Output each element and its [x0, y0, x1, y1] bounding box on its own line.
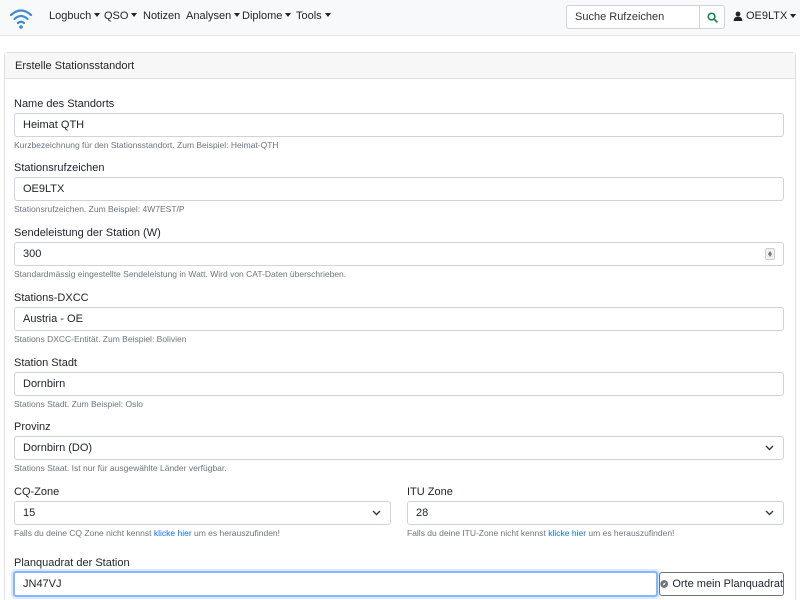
nav-notizen[interactable]: Notizen — [143, 10, 180, 22]
nav-tools-label: Tools — [296, 10, 322, 22]
location-name-help: Kurzbezeichnung für den Stationsstandort… — [14, 140, 279, 150]
gridsquare-input[interactable]: JN47VJ — [13, 571, 658, 597]
itu-zone-label: ITU Zone — [407, 486, 453, 498]
dxcc-label: Stations-DXCC — [14, 292, 89, 304]
locate-gridsquare-label: Orte mein Planquadrat — [672, 578, 783, 590]
location-name-input[interactable]: Heimat QTH — [14, 113, 784, 137]
itu-zone-select[interactable]: 28 — [407, 501, 784, 525]
nav-diplome[interactable]: Diplome — [242, 10, 292, 22]
caret-down-icon — [790, 14, 797, 18]
itu-zone-help-link[interactable]: klicke hier — [548, 528, 586, 538]
nav-qso[interactable]: QSO — [104, 10, 138, 22]
city-help: Stations Stadt. Zum Beispiel: Oslo — [14, 399, 143, 409]
city-input[interactable]: Dornbirn — [14, 372, 784, 396]
user-name: OE9LTX — [746, 10, 788, 22]
nav-analysen[interactable]: Analysen — [186, 10, 241, 22]
chevron-down-icon — [765, 510, 774, 516]
wifi-logo-icon[interactable] — [8, 5, 34, 31]
location-name-value: Heimat QTH — [23, 119, 85, 131]
cq-zone-help-link[interactable]: klicke hier — [154, 528, 192, 538]
city-label: Station Stadt — [14, 357, 77, 369]
callsign-help: Stationsrufzeichen. Zum Beispiel: 4W7EST… — [14, 204, 185, 214]
location-name-label: Name des Standorts — [14, 98, 115, 110]
province-value: Dornbirn (DO) — [23, 442, 93, 454]
caret-down-icon — [324, 13, 331, 17]
nav-logbuch[interactable]: Logbuch — [49, 10, 101, 22]
search-button[interactable] — [699, 5, 725, 29]
dxcc-help: Stations DXCC-Entität. Zum Beispiel: Bol… — [14, 334, 187, 344]
itu-zone-value: 28 — [416, 507, 429, 519]
nav-diplome-label: Diplome — [242, 10, 283, 22]
city-value: Dornbirn — [23, 378, 66, 390]
number-spinner[interactable] — [765, 248, 775, 260]
nav-qso-label: QSO — [104, 10, 129, 22]
spinner-down-icon — [768, 254, 772, 257]
locate-gridsquare-button[interactable]: Orte mein Planquadrat — [659, 572, 784, 596]
callsign-label: Stationsrufzeichen — [14, 162, 105, 174]
power-value: 300 — [23, 248, 42, 260]
compass-icon — [660, 580, 668, 588]
card-header: Erstelle Stationsstandort — [5, 53, 795, 79]
nav-analysen-label: Analysen — [186, 10, 232, 22]
user-menu[interactable]: OE9LTX — [733, 10, 797, 22]
callsign-input[interactable]: OE9LTX — [14, 177, 784, 201]
itu-zone-help-text: Falls du deine ITU-Zone nicht kennst — [407, 528, 549, 538]
chevron-down-icon — [372, 510, 381, 516]
cq-zone-value: 15 — [23, 507, 36, 519]
province-help: Stations Staat. Ist nur für ausgewählte … — [14, 463, 227, 473]
dxcc-value: Austria - OE — [23, 313, 83, 325]
gridsquare-value: JN47VJ — [23, 578, 62, 590]
power-label: Sendeleistung der Station (W) — [14, 227, 161, 239]
cq-zone-select[interactable]: 15 — [14, 501, 391, 525]
callsign-search-input[interactable] — [566, 5, 700, 29]
power-input[interactable]: 300 — [14, 242, 784, 266]
dxcc-input[interactable]: Austria - OE — [14, 307, 784, 331]
chevron-down-icon — [765, 445, 774, 451]
search-icon — [706, 11, 718, 23]
cq-zone-label: CQ-Zone — [14, 486, 60, 498]
caret-down-icon — [285, 13, 292, 17]
cq-zone-help-text-end: um es herauszufinden! — [191, 528, 281, 538]
power-help: Standardmässig eingestellte Sendeleistun… — [14, 269, 347, 279]
province-select[interactable]: Dornbirn (DO) — [14, 436, 784, 460]
caret-down-icon — [131, 13, 138, 17]
cq-zone-help-text: Falls du deine CQ Zone nicht kennst — [14, 528, 154, 538]
navbar: Logbuch QSO Notizen Analysen Diplome Too… — [0, 0, 800, 36]
gridsquare-label: Planquadrat der Station — [14, 557, 130, 569]
callsign-value: OE9LTX — [23, 183, 65, 195]
user-icon — [733, 11, 743, 21]
caret-down-icon — [234, 13, 241, 17]
nav-logbuch-label: Logbuch — [49, 10, 92, 22]
caret-down-icon — [94, 13, 101, 17]
nav-notizen-label: Notizen — [143, 10, 181, 22]
itu-zone-help-text-end: um es herauszufinden! — [586, 528, 675, 538]
card-title: Erstelle Stationsstandort — [15, 60, 135, 72]
province-label: Provinz — [14, 421, 51, 433]
itu-zone-help: Falls du deine ITU-Zone nicht kennst kli… — [407, 528, 674, 538]
nav-tools[interactable]: Tools — [296, 10, 331, 22]
cq-zone-help: Falls du deine CQ Zone nicht kennst klic… — [14, 528, 280, 538]
